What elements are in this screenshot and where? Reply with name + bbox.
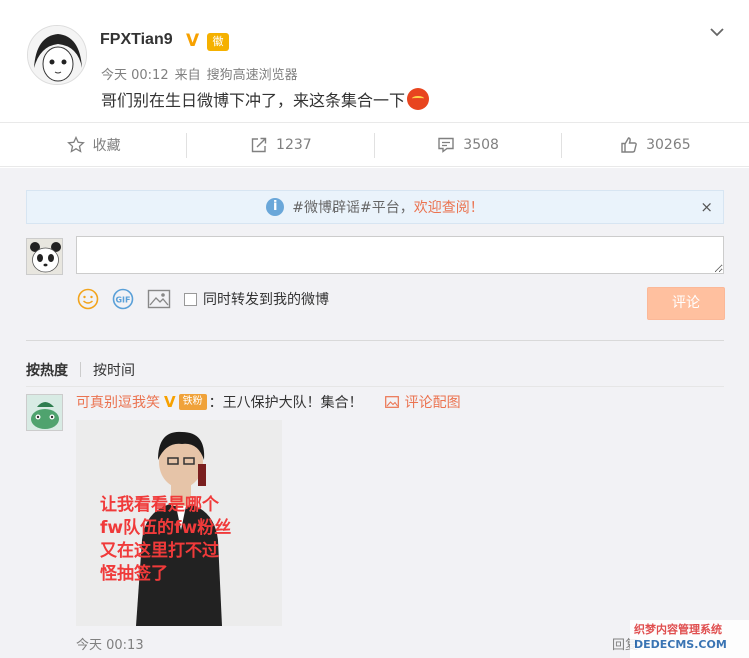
action-bar: 收藏 1237 3508 30265 [0, 122, 749, 167]
comment-image-link-label: 评论配图 [404, 395, 461, 411]
emoji-icon[interactable] [77, 288, 99, 310]
post-text: 哥们别在生日微博下冲了，来这条集合一下 [101, 87, 430, 111]
watermark-line: DEDECMS.COM [634, 638, 727, 651]
image-caption: 让我看看是哪个 fw队伍的fw粉丝 又在这里打不过 怪抽签了 [100, 494, 231, 586]
forward-label: 同时转发到我的微博 [203, 292, 329, 308]
commenter-username[interactable]: 可真别逗我笑 [76, 392, 160, 412]
repost-count: 1237 [276, 136, 312, 153]
share-icon [251, 137, 267, 152]
image-caption-line: 又在这里打不过 [100, 541, 219, 561]
comment-time: 今天 00:13 [76, 638, 144, 653]
watermark-line: 织梦内容管理系统 [634, 623, 722, 636]
chevron-down-icon[interactable] [709, 24, 725, 40]
user-avatar[interactable] [27, 25, 87, 85]
post-time[interactable]: 今天 00:12 [101, 68, 169, 83]
comment-image[interactable]: 让我看看是哪个 fw队伍的fw粉丝 又在这里打不过 怪抽签了 [76, 420, 282, 626]
current-user-avatar [26, 238, 63, 275]
info-icon: i [266, 198, 285, 216]
post-username[interactable]: FPXTian9 [100, 31, 173, 49]
rumor-notice-bar: i #微博辟谣#平台， 欢迎查阅！ × [26, 190, 724, 224]
medal-icon: 徽 [207, 33, 229, 51]
post-text-content: 哥们别在生日微博下冲了，来这条集合一下 [101, 91, 406, 110]
comment-button[interactable]: 3508 [375, 123, 563, 166]
comment-text: ：王八保护大队！集合！ [208, 395, 363, 411]
sort-tabs: 按热度 按时间 [26, 360, 135, 380]
svg-text:GIF: GIF [115, 296, 130, 305]
comment-image-link[interactable]: 评论配图 [384, 392, 461, 412]
angry-emoji-icon [407, 88, 430, 110]
sort-by-time-tab[interactable]: 按时间 [93, 360, 135, 380]
favorite-label: 收藏 [92, 137, 121, 154]
star-icon [66, 135, 85, 153]
comment-count: 3508 [463, 136, 499, 153]
like-button[interactable]: 30265 [562, 123, 749, 166]
fan-badge: 铁粉 [178, 394, 207, 410]
thumbs-up-icon [621, 136, 637, 153]
image-caption-line: fw队伍的fw粉丝 [100, 518, 232, 538]
image-caption-line: 让我看看是哪个 [100, 495, 219, 515]
commenter-avatar[interactable] [26, 394, 63, 431]
like-count: 30265 [646, 136, 691, 153]
picture-icon [384, 396, 399, 408]
post-meta: 今天 00:12 来自 搜狗高速浏览器 [101, 64, 304, 83]
post-source[interactable]: 搜狗高速浏览器 [207, 68, 298, 83]
image-icon[interactable] [147, 289, 171, 309]
gif-icon[interactable]: GIF [112, 288, 134, 310]
composer-toolbar: GIF 同时转发到我的微博 [77, 287, 329, 311]
notice-link[interactable]: 欢迎查阅！ [414, 197, 484, 217]
favorite-button[interactable]: 收藏 [0, 123, 188, 166]
divider [26, 340, 724, 341]
sort-separator [80, 362, 81, 377]
verified-icon: V [186, 31, 200, 51]
comment-input[interactable] [76, 236, 724, 274]
repost-button[interactable]: 1237 [187, 123, 375, 166]
image-caption-line: 怪抽签了 [100, 564, 168, 584]
source-prefix: 来自 [174, 68, 201, 83]
close-icon[interactable]: × [700, 198, 713, 216]
comment-section: i #微博辟谣#平台， 欢迎查阅！ × GIF 同时转发到我的微博 评论 按热度 … [0, 168, 749, 658]
notice-text: #微博辟谣#平台， [292, 200, 414, 216]
post-card: FPXTian9 V 徽 今天 00:12 来自 搜狗高速浏览器 哥们别在生日微博下… [0, 0, 749, 122]
divider [26, 386, 724, 387]
submit-comment-button[interactable]: 评论 [647, 287, 725, 320]
comment-icon [438, 137, 454, 153]
verified-icon: V [164, 393, 176, 411]
watermark: 织梦内容管理系统 DEDECMS.COM [630, 620, 749, 658]
comment-line: 可真别逗我笑 V 铁粉 ：王八保护大队！集合！ 评论配图 [76, 392, 461, 412]
sort-by-hot-tab[interactable]: 按热度 [26, 360, 68, 380]
forward-checkbox[interactable] [184, 292, 197, 306]
